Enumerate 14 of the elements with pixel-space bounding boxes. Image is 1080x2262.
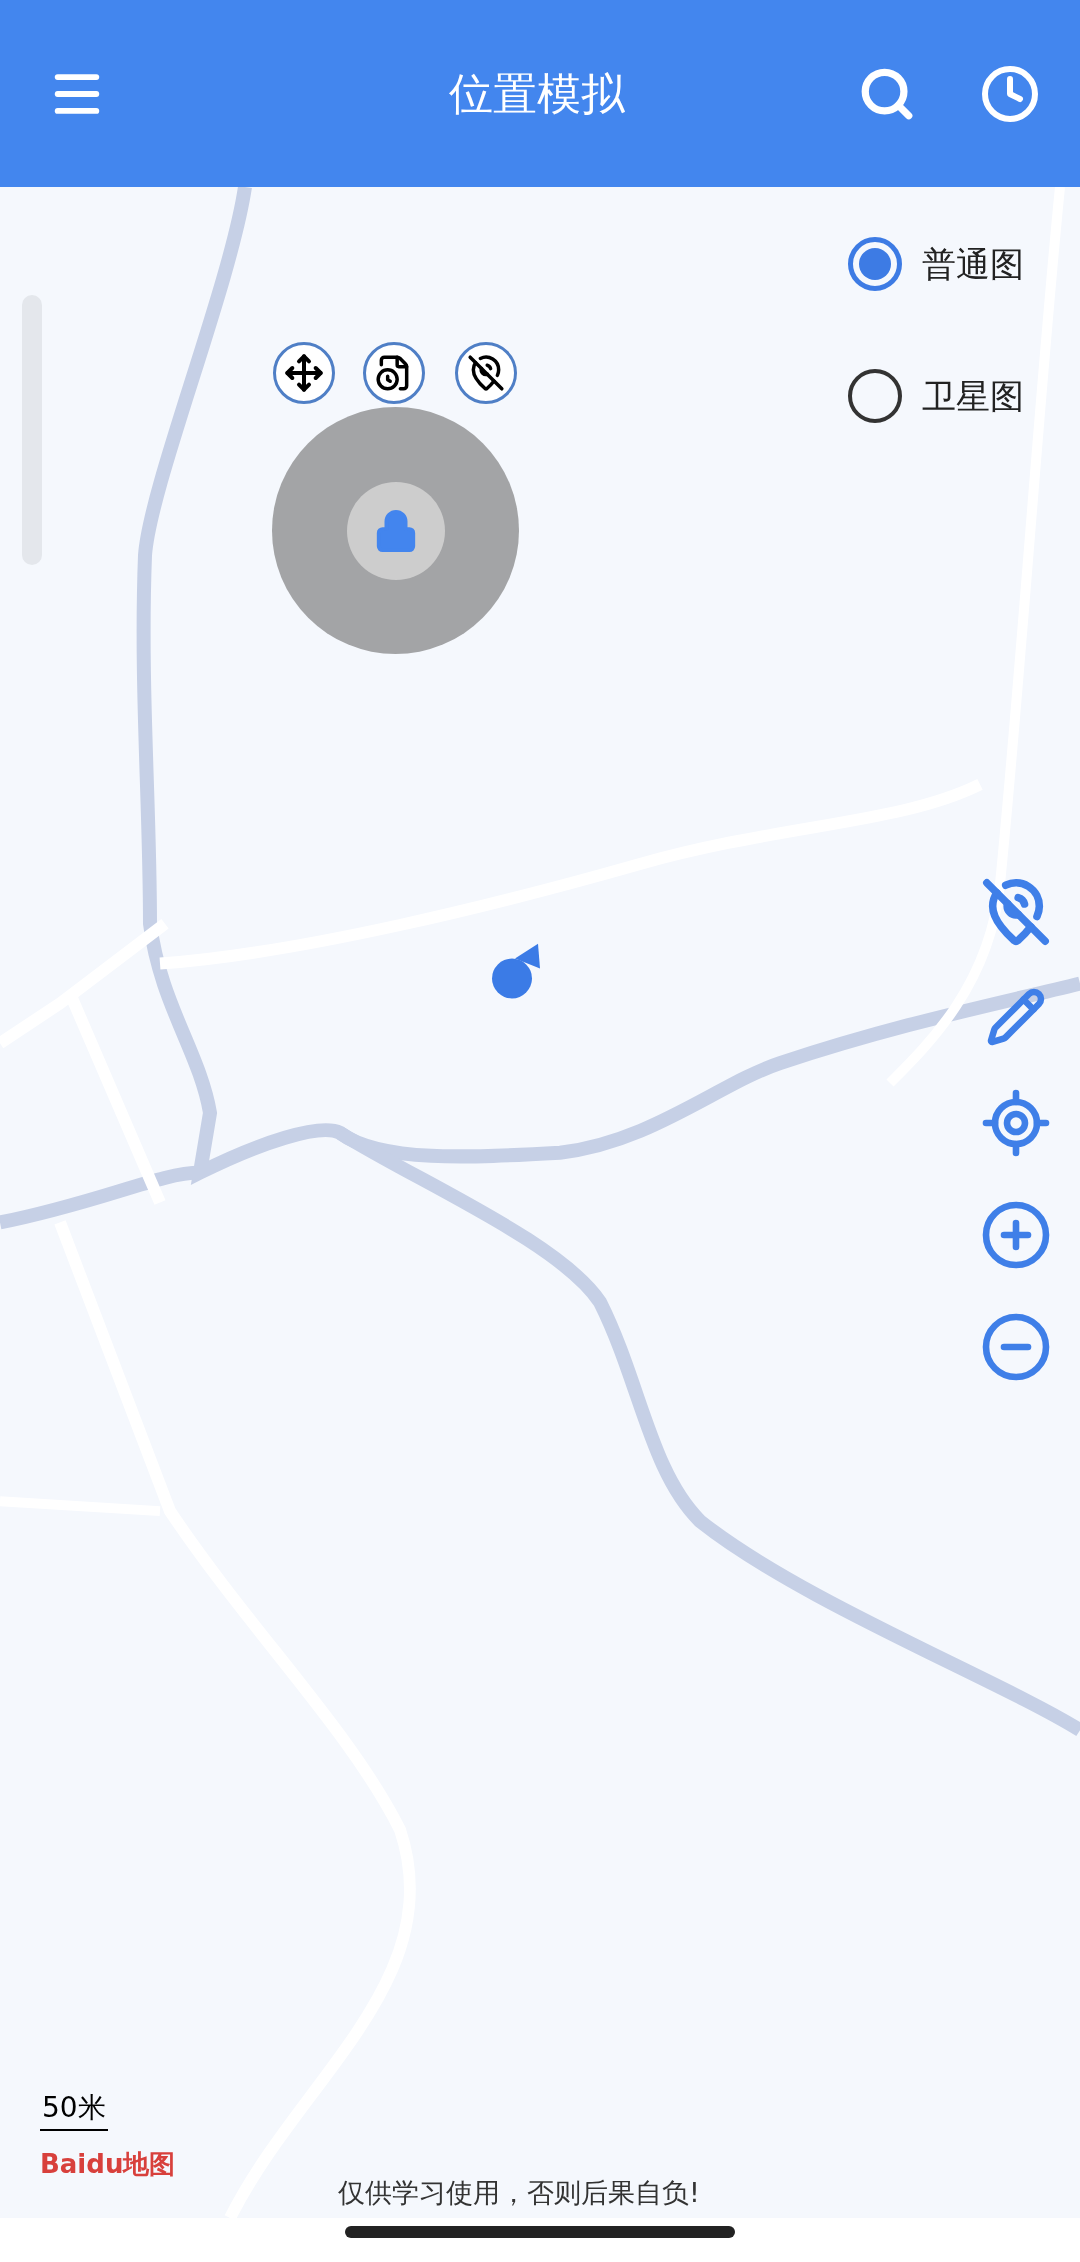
move-arrows-icon <box>284 353 324 393</box>
app-title: 位置模拟 <box>449 66 625 121</box>
pin-off-icon <box>467 354 505 392</box>
disclaimer: 仅供学习使用，否则后果自负! <box>338 2176 700 2210</box>
map-type-radio[interactable]: 普通图 <box>848 237 1024 291</box>
locate-icon[interactable] <box>980 1087 1052 1159</box>
map-type-radio[interactable]: 卫星图 <box>848 369 1024 423</box>
hide-pin-icon[interactable] <box>981 877 1051 947</box>
zoom-in-icon[interactable] <box>980 1199 1052 1271</box>
scale-label: 50米 <box>40 2087 108 2131</box>
map-logo: Baidu地图 <box>40 2148 176 2181</box>
clock-icon[interactable] <box>980 63 1040 124</box>
edit-icon[interactable] <box>986 987 1046 1047</box>
zoom-out-icon[interactable] <box>980 1311 1052 1383</box>
